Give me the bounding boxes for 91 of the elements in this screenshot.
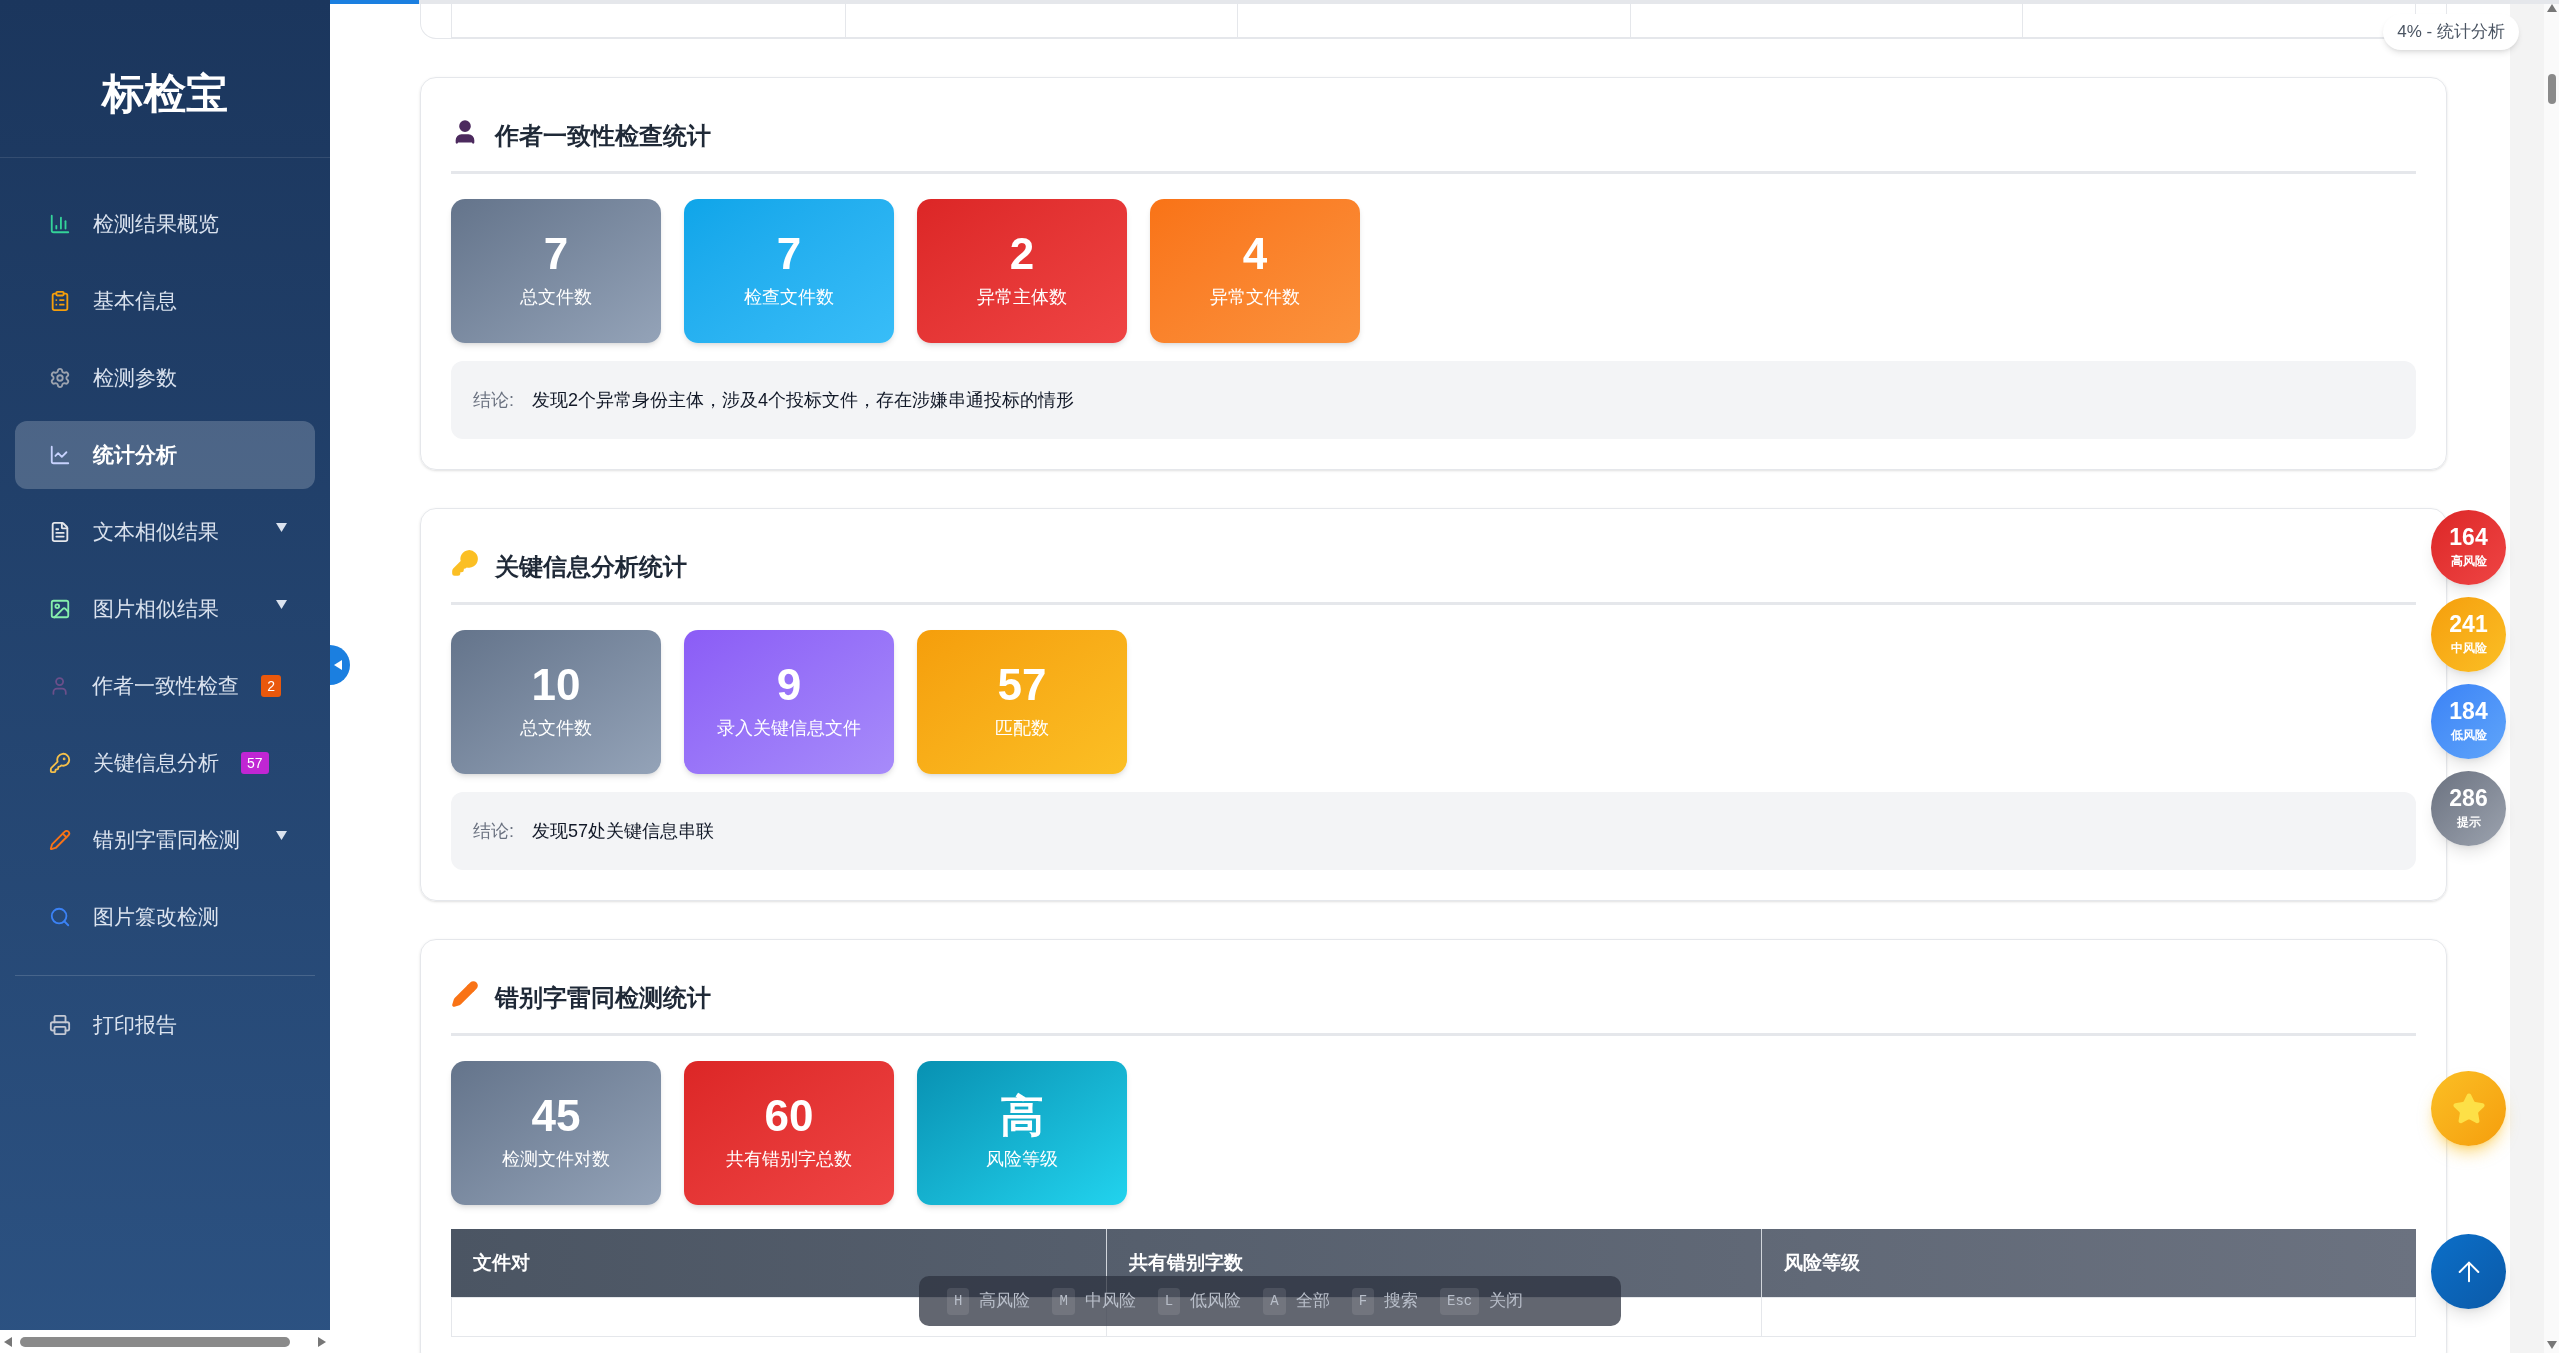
image-icon [49,598,71,620]
key-chip: H [947,1287,970,1315]
key-icon [49,752,71,774]
conclusion-text: 发现57处关键信息串联 [532,819,715,843]
column-header: 文件对 [473,1250,530,1275]
stat-value: 60 [764,1093,814,1138]
conclusion-label: 结论: [473,388,514,412]
stat-value: 2 [1009,231,1035,276]
stat-value: 45 [531,1093,581,1138]
bar-chart-icon [49,213,71,235]
shortcut-label: 搜索 [1384,1290,1419,1313]
stat-label: 共有错别字总数 [726,1147,852,1171]
key-chip: Esc [1440,1287,1480,1315]
stat-value: 10 [531,662,581,707]
conclusion-text: 发现2个异常身份主体，涉及4个投标文件，存在涉嫌串通投标的情形 [532,388,1075,412]
nav-label: 作者一致性检查 [92,673,240,700]
count-badge: 57 [241,752,269,774]
stat-label: 异常主体数 [977,285,1067,309]
stat-value: 4 [1242,231,1268,276]
key-chip: A [1263,1287,1286,1315]
document-icon [49,521,71,543]
scrollbar-thumb[interactable] [20,1336,290,1347]
key-icon [451,549,479,577]
nav-item[interactable]: 统计分析 [15,421,315,489]
scroll-up-arrow-icon[interactable] [2546,4,2557,12]
stat-label: 匹配数 [995,716,1049,740]
stat-value: 高 [1000,1093,1044,1138]
nav-item[interactable]: 检测参数 [15,344,315,412]
nav-label: 图片相似结果 [93,596,219,623]
key-chip: L [1157,1287,1181,1315]
conclusion-label: 结论: [473,819,514,843]
shortcut-label: 中风险 [1084,1290,1136,1313]
printer-icon [49,1014,71,1036]
risk-counter[interactable]: 286 提示 [2431,771,2506,846]
section-title: 关键信息分析统计 [495,552,687,582]
nav-item[interactable]: 图片相似结果 [15,575,315,643]
scroll-right-arrow-icon[interactable] [318,1336,326,1347]
column-header: 风险等级 [1784,1250,1860,1275]
stat-label: 检测文件对数 [502,1147,610,1171]
stat-label: 异常文件数 [1210,285,1300,309]
section-title: 作者一致性检查统计 [495,121,711,151]
nav-item[interactable]: 打印报告 [0,991,330,1059]
nav-label: 统计分析 [93,442,177,469]
nav-label: 打印报告 [93,1012,177,1039]
nav-label: 文本相似结果 [93,519,219,546]
nav-label: 检测结果概览 [93,211,219,238]
risk-counter[interactable]: 164 高风险 [2431,510,2506,585]
clipboard-icon [49,290,71,312]
progress-toast: 4% - 统计分析 [2383,14,2519,50]
shortcut-label: 高风险 [979,1290,1031,1313]
key-chip: F [1351,1287,1375,1315]
nav-label: 基本信息 [93,288,177,315]
stat-label: 录入关键信息文件 [717,716,861,740]
nav-item[interactable]: 图片篡改检测 [15,883,315,951]
shortcut-label: 关闭 [1489,1290,1524,1313]
nav-item[interactable]: 关键信息分析 57 [15,729,315,797]
app-title: 标检宝 [102,69,228,119]
stat-value: 57 [997,662,1047,707]
line-chart-icon [49,444,71,466]
star-icon [2451,1091,2486,1126]
pencil-icon [451,980,479,1008]
horizontal-scrollbar[interactable] [0,1330,330,1353]
shortcut-label: 低风险 [1190,1290,1242,1313]
nav-item[interactable]: 错别字雷同检测 [15,806,315,874]
scrollbar-thumb[interactable] [2547,74,2556,104]
nav-label: 检测参数 [93,365,177,392]
shortcut-label: 全部 [1295,1290,1330,1313]
nav-item[interactable]: 文本相似结果 [15,498,315,566]
pencil-icon [49,829,71,851]
stat-value: 7 [543,231,569,276]
nav-item[interactable]: 作者一致性检查 2 [15,652,315,720]
nav-label: 错别字雷同检测 [93,827,240,854]
nav-item[interactable]: 检测结果概览 [15,190,315,258]
stat-value: 7 [776,231,802,276]
stat-label: 总文件数 [520,285,592,309]
nav-label: 关键信息分析 [93,750,219,777]
magnifier-icon [49,906,71,928]
nav-label: 图片篡改检测 [93,904,219,931]
scroll-down-arrow-icon[interactable] [2546,1341,2557,1349]
scroll-left-arrow-icon[interactable] [4,1336,12,1347]
stat-label: 风险等级 [986,1147,1058,1171]
stat-value: 9 [776,662,802,707]
gear-icon [49,367,71,389]
stat-label: 检查文件数 [744,285,834,309]
stat-label: 总文件数 [520,716,592,740]
key-chip: M [1052,1287,1075,1315]
nav-item[interactable]: 基本信息 [15,267,315,335]
count-badge: 2 [261,675,281,697]
column-header: 共有错别字数 [1129,1250,1243,1275]
section-title: 错别字雷同检测统计 [495,983,711,1013]
collapse-handle[interactable] [330,645,350,685]
